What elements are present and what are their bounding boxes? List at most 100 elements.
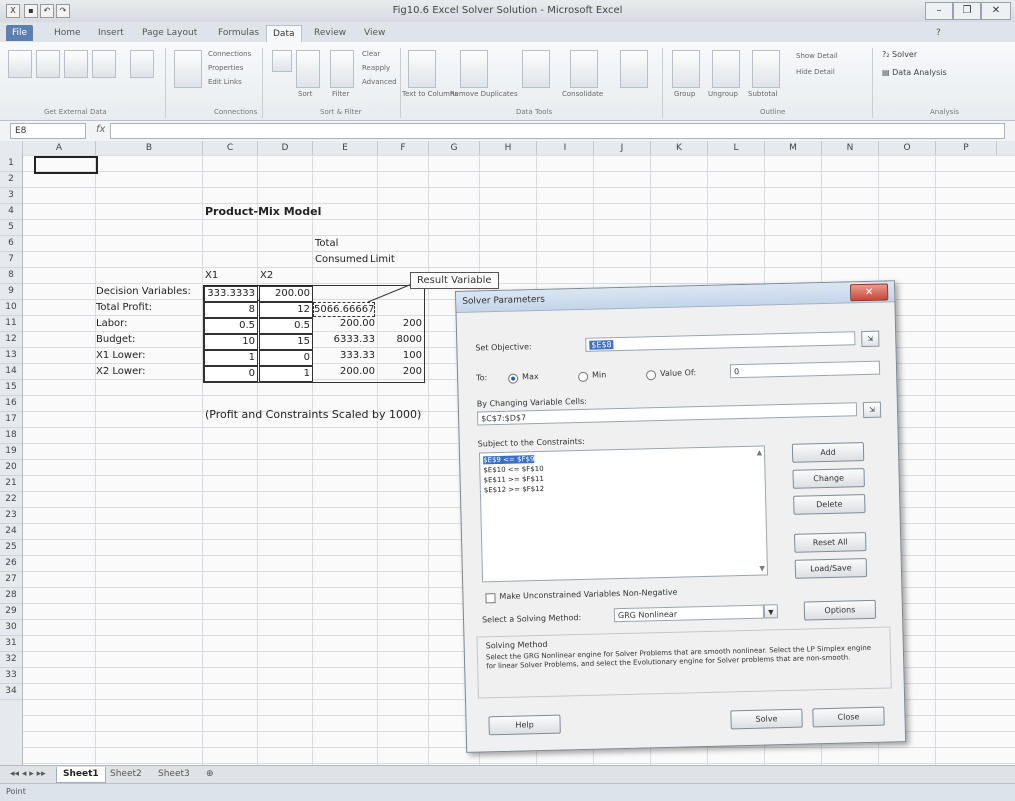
name-box[interactable]: E8 (10, 123, 86, 139)
connections-link[interactable]: Connections (208, 50, 251, 58)
from-other-sources-icon[interactable] (92, 50, 116, 78)
advanced-link[interactable]: Advanced (362, 78, 397, 86)
row-header[interactable]: 11 (0, 316, 22, 332)
row-header[interactable]: 4 (0, 204, 22, 220)
row-header[interactable]: 6 (0, 236, 22, 252)
insert-sheet-icon[interactable]: ⊕ (200, 767, 220, 782)
tab-review[interactable]: Review (308, 25, 352, 41)
properties-link[interactable]: Properties (208, 64, 243, 72)
from-web-icon[interactable] (36, 50, 60, 78)
value-of-input[interactable]: 0 (729, 360, 881, 379)
formula-input[interactable] (110, 123, 1005, 139)
constraint-item[interactable]: $E$12 >= $F$12 (484, 485, 544, 494)
cell-x2-x2lower[interactable]: 1 (259, 366, 313, 382)
row-header[interactable]: 25 (0, 540, 22, 556)
cell-x1lower-consumed[interactable]: 333.33 (313, 350, 375, 361)
from-access-icon[interactable] (8, 50, 32, 78)
select-all-corner[interactable] (0, 141, 23, 155)
delete-button[interactable]: Delete (793, 494, 866, 515)
column-header[interactable]: P (936, 141, 997, 155)
cell-x1-x2lower[interactable]: 0 (204, 366, 258, 382)
tab-view[interactable]: View (358, 25, 391, 41)
tab-home[interactable]: Home (48, 25, 87, 41)
text-to-columns-icon[interactable] (408, 50, 436, 88)
row-header[interactable]: 21 (0, 476, 22, 492)
cell-x2-labor[interactable]: 0.5 (259, 318, 313, 334)
column-header[interactable]: C (203, 141, 258, 155)
add-button[interactable]: Add (791, 442, 865, 463)
row-header[interactable]: 15 (0, 380, 22, 396)
tab-formulas[interactable]: Formulas (212, 25, 265, 41)
scroll-down-icon[interactable]: ▼ (759, 565, 765, 573)
hide-detail-link[interactable]: Hide Detail (796, 68, 835, 76)
dialog-close-icon[interactable]: ✕ (849, 283, 889, 302)
cell-x2-x1lower[interactable]: 0 (259, 350, 313, 366)
nonnegative-checkbox[interactable] (485, 593, 496, 604)
cell-x1-labor[interactable]: 0.5 (204, 318, 258, 334)
row-header[interactable]: 7 (0, 252, 22, 268)
row-header[interactable]: 30 (0, 620, 22, 636)
help-button[interactable]: Help (488, 714, 561, 736)
show-detail-link[interactable]: Show Detail (796, 52, 838, 60)
cell-x2-budget[interactable]: 15 (259, 334, 313, 350)
group-icon[interactable] (672, 50, 700, 88)
remove-duplicates-icon[interactable] (460, 50, 488, 88)
column-header[interactable]: L (708, 141, 765, 155)
help-icon[interactable]: ? (930, 25, 947, 41)
from-text-icon[interactable] (64, 50, 88, 78)
constraint-item[interactable]: $E$10 <= $F$10 (483, 465, 543, 474)
solving-method-select[interactable]: GRG Nonlinear (613, 604, 765, 623)
what-if-analysis-icon[interactable] (620, 50, 648, 88)
row-header[interactable]: 18 (0, 428, 22, 444)
sheet-tab-1[interactable]: Sheet1 (56, 767, 106, 783)
sheet-tab-3[interactable]: Sheet3 (152, 767, 196, 782)
row-header[interactable]: 24 (0, 524, 22, 540)
change-button[interactable]: Change (792, 468, 865, 489)
cell-x2lower-limit[interactable]: 200 (378, 366, 422, 377)
load-save-button[interactable]: Load/Save (794, 558, 868, 579)
sort-icon[interactable] (296, 50, 320, 88)
close-button[interactable]: Close (812, 706, 885, 728)
clear-link[interactable]: Clear (362, 50, 380, 58)
row-header[interactable]: 32 (0, 652, 22, 668)
row-header[interactable]: 17 (0, 412, 22, 428)
edit-links-link[interactable]: Edit Links (208, 78, 242, 86)
tab-file[interactable]: File (6, 25, 34, 41)
sort-az-icon[interactable] (272, 50, 292, 72)
data-analysis-button[interactable]: ▤ Data Analysis (882, 68, 947, 77)
scroll-up-icon[interactable]: ▲ (757, 449, 763, 457)
cell-x2lower-consumed[interactable]: 200.00 (313, 366, 375, 377)
column-header[interactable]: K (651, 141, 708, 155)
column-header[interactable]: I (537, 141, 594, 155)
cell-x1-x1lower[interactable]: 1 (204, 350, 258, 366)
cell-x1-decision[interactable]: 333.3333 (204, 286, 258, 302)
row-header[interactable]: 26 (0, 556, 22, 572)
column-header[interactable]: B (96, 141, 203, 155)
column-header[interactable]: E (313, 141, 378, 155)
row-header[interactable]: 3 (0, 188, 22, 204)
cell-x1lower-limit[interactable]: 100 (378, 350, 422, 361)
row-header[interactable]: 27 (0, 572, 22, 588)
collapse-dialog-icon[interactable]: ⇲ (861, 330, 880, 348)
cell-x1-budget[interactable]: 10 (204, 334, 258, 350)
row-header[interactable]: 12 (0, 332, 22, 348)
solver-button[interactable]: ?₂ Solver (882, 50, 917, 59)
cell-budget-consumed[interactable]: 6333.33 (313, 334, 375, 345)
sheet-nav-icon[interactable]: ◂◂ ◂ ▸ ▸▸ (4, 767, 52, 782)
fx-icon[interactable]: fx (96, 124, 105, 135)
max-radio[interactable] (508, 373, 519, 384)
column-header[interactable]: J (594, 141, 651, 155)
column-header[interactable]: N (822, 141, 879, 155)
row-header[interactable]: 5 (0, 220, 22, 236)
minimize-button[interactable]: – (925, 2, 953, 20)
consolidate-icon[interactable] (570, 50, 598, 88)
ungroup-icon[interactable] (712, 50, 740, 88)
cell-x1-profit[interactable]: 8 (204, 302, 258, 318)
options-button[interactable]: Options (803, 599, 877, 621)
cell-labor-consumed[interactable]: 200.00 (313, 318, 375, 329)
tab-insert[interactable]: Insert (92, 25, 130, 41)
constraint-item[interactable]: $E$9 <= $F$9 (483, 455, 535, 465)
sheet-tab-2[interactable]: Sheet2 (104, 767, 148, 782)
collapse-dialog-icon[interactable]: ⇲ (862, 401, 882, 419)
cell-x2-profit[interactable]: 12 (259, 302, 313, 318)
